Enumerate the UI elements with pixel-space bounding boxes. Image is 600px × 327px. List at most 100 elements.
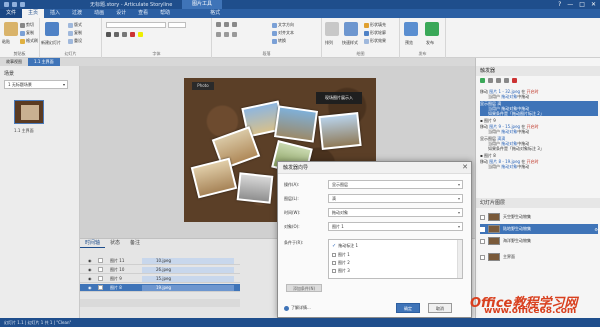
scene-dropdown[interactable]: 1 无标题场景 ▾ <box>4 80 68 89</box>
layer-item-selected[interactable]: 陆地野生动物集 ⚙ <box>480 224 598 234</box>
trigger-group-header[interactable]: ▪ 图片 8 <box>480 153 598 158</box>
layer-item-base[interactable]: 主界面 <box>480 252 598 262</box>
underline-icon[interactable] <box>122 32 127 37</box>
ok-button[interactable]: 确定 <box>396 303 420 313</box>
lock-icon[interactable] <box>98 276 103 281</box>
italic-icon[interactable] <box>114 32 119 37</box>
delete-trigger-icon[interactable] <box>512 78 517 83</box>
align-text-button[interactable]: 对齐文本 <box>272 30 294 36</box>
trigger-item[interactable]: 移动 图片 9 - 15.jpeg 在 开启时 当用户 拖动对象中拖动 <box>480 124 598 134</box>
undo-icon[interactable] <box>12 2 17 7</box>
tab-transitions[interactable]: 过渡 <box>66 9 88 18</box>
tab-view[interactable]: 查看 <box>132 9 154 18</box>
layer-visibility-checkbox[interactable] <box>480 238 485 244</box>
text-direction-button[interactable]: 文字方向 <box>272 22 294 28</box>
eye-icon[interactable]: ◉ <box>88 258 93 263</box>
redo-icon[interactable] <box>20 2 25 7</box>
layer-visibility-checkbox[interactable] <box>480 214 485 220</box>
paste-trigger-icon[interactable] <box>504 78 509 83</box>
condition-item[interactable]: 图片 2 <box>332 260 350 266</box>
lock-icon[interactable] <box>98 267 103 272</box>
object-select[interactable]: 图片 1 ▾ <box>328 222 463 231</box>
close-icon[interactable]: ✕ <box>462 163 468 171</box>
font-family-select[interactable] <box>106 22 166 28</box>
slide-thumbnail[interactable] <box>14 100 44 124</box>
close-button[interactable]: ✕ <box>591 1 596 8</box>
save-icon[interactable] <box>4 2 9 7</box>
tab-format[interactable]: 格式 <box>204 9 226 18</box>
font-color-icon[interactable] <box>130 32 135 37</box>
timeline-row[interactable]: ◉ 图片 9 15.jpeg <box>80 275 240 283</box>
help-link[interactable]: 了解详情... <box>284 305 311 311</box>
copy-trigger-icon[interactable] <box>496 78 501 83</box>
trigger-item-selected[interactable]: 显示图层 滴 当用户 拖动对象中拖动 如果条件是「拖动图片标注 2」 <box>480 101 598 116</box>
photo-card[interactable] <box>318 112 362 150</box>
numbering-icon[interactable] <box>224 22 229 27</box>
lock-icon[interactable] <box>98 285 103 290</box>
copy-button[interactable]: 复制 <box>20 30 34 36</box>
convert-button[interactable]: 转换 <box>272 38 286 44</box>
trigger-item[interactable]: 移动 图片 1 - 32.jpeg 在 开启时 当用户 拖动对象中拖动 <box>480 89 598 99</box>
cancel-button[interactable]: 取消 <box>428 303 452 313</box>
layer-item[interactable]: 天空野生动物集 <box>480 212 598 222</box>
condition-item[interactable]: ✓ 拖动标注 1 <box>332 243 358 249</box>
trigger-item[interactable]: 显示图层 滴滴 当用户 拖动对象中拖动 如果条件是「拖动对象标注 3」 <box>480 136 598 151</box>
font-size-select[interactable] <box>168 22 186 28</box>
bold-icon[interactable] <box>106 32 111 37</box>
eye-icon[interactable]: ◉ <box>88 267 93 272</box>
eye-icon[interactable]: ◉ <box>88 276 93 281</box>
highlight-icon[interactable] <box>138 32 143 37</box>
format-painter-button[interactable]: 格式刷 <box>20 38 38 44</box>
layer-item[interactable]: 海洋野生动物集 <box>480 236 598 246</box>
preview-icon[interactable] <box>404 22 418 36</box>
paste-button[interactable]: 粘贴 <box>2 39 10 45</box>
preview-button[interactable]: 预览 <box>405 40 413 46</box>
condition-checkbox[interactable] <box>332 261 336 265</box>
quick-styles-icon[interactable] <box>344 22 358 36</box>
layer-visibility-checkbox[interactable] <box>480 254 485 260</box>
shape-fill-button[interactable]: 形状填充 <box>364 22 386 28</box>
tab-states[interactable]: 状态 <box>105 239 125 248</box>
trigger-group-header[interactable]: ▪ 图片 9 <box>480 118 598 123</box>
condition-item[interactable]: 图片 3 <box>332 268 350 274</box>
bullets-icon[interactable] <box>216 22 221 27</box>
shape-effect-button[interactable]: 形状效果 <box>364 38 386 44</box>
tab-file[interactable]: 文件 <box>0 9 23 18</box>
layout-button[interactable]: 版式 <box>68 22 82 28</box>
tab-help[interactable]: 帮助 <box>154 9 176 18</box>
layer-visibility-checkbox[interactable] <box>480 226 485 232</box>
story-view-tab[interactable]: 故事视图 <box>0 58 28 66</box>
maximize-button[interactable]: □ <box>579 1 585 8</box>
edit-trigger-icon[interactable] <box>488 78 493 83</box>
tab-animations[interactable]: 动画 <box>88 9 110 18</box>
timeline-scrollbar[interactable] <box>80 299 240 307</box>
slide-tab[interactable]: 1.1 主界面 <box>28 58 60 66</box>
paste-icon[interactable] <box>4 22 18 36</box>
duplicate-button[interactable]: 复制 <box>68 30 82 36</box>
align-center-icon[interactable] <box>224 32 229 37</box>
eye-icon[interactable]: ◉ <box>88 285 93 290</box>
condition-checkbox[interactable] <box>332 253 336 257</box>
gear-icon[interactable]: ⚙ <box>594 227 598 232</box>
align-left-icon[interactable] <box>216 32 221 37</box>
arrange-icon[interactable] <box>325 22 339 36</box>
cut-button[interactable]: 剪切 <box>20 22 34 28</box>
tab-timeline[interactable]: 时间轴 <box>80 239 106 248</box>
layer-select[interactable]: 滴 ▾ <box>328 194 463 203</box>
tab-design[interactable]: 设计 <box>110 9 132 18</box>
publish-icon[interactable] <box>425 22 439 36</box>
timeline-row[interactable]: ◉ 图片 11 10.jpeg <box>80 257 240 265</box>
tab-notes[interactable]: 备注 <box>125 239 145 248</box>
quick-styles-button[interactable]: 快速样式 <box>342 40 358 46</box>
add-condition-button[interactable]: 添加条件(N) <box>286 284 322 292</box>
action-select[interactable]: 显示图层 ▾ <box>328 180 463 189</box>
shape-outline-button[interactable]: 形状轮廓 <box>364 30 386 36</box>
tab-insert[interactable]: 插入 <box>44 9 66 18</box>
arrange-button[interactable]: 排列 <box>325 40 333 46</box>
timeline-row[interactable]: ◉ 图片 10 26.jpeg <box>80 266 240 274</box>
help-icon[interactable]: ? <box>558 1 561 8</box>
condition-item[interactable]: 图片 1 <box>332 252 350 258</box>
lock-icon[interactable] <box>98 258 103 263</box>
timeline-row-selected[interactable]: ◉ 图片 8 19.jpeg <box>80 284 240 292</box>
publish-button[interactable]: 发布 <box>426 40 434 46</box>
